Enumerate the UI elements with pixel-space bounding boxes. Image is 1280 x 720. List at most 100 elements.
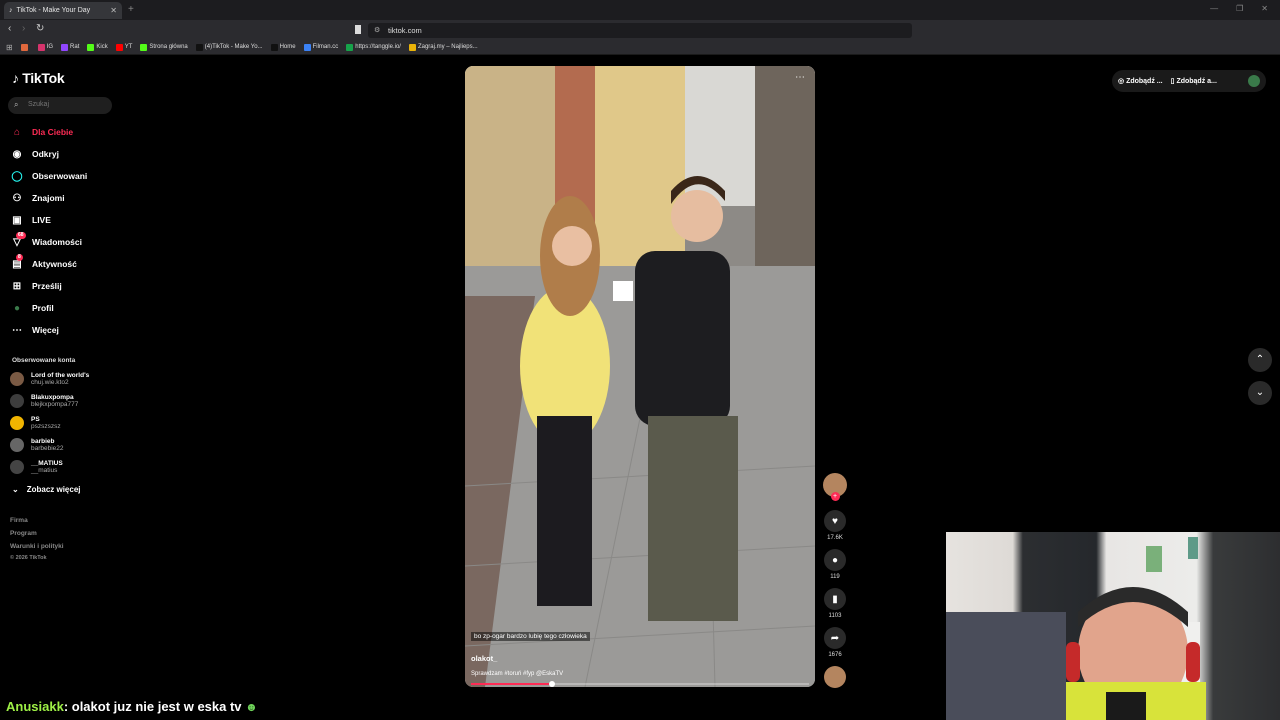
video-author[interactable]: olakot_ [471, 654, 497, 663]
footer-link[interactable]: Firma [10, 517, 28, 524]
chat-text: : olakot juz nie jest w eska tv [63, 699, 242, 714]
get-coins-button[interactable]: ◎ Zdobądź ... [1118, 77, 1163, 85]
see-more-label: Zobacz więcej [26, 485, 81, 494]
site-info-icon[interactable]: ⚙ [374, 26, 380, 34]
bookmark-item[interactable]: Home [270, 43, 296, 51]
forward-icon[interactable]: › [22, 23, 25, 34]
browser-tab[interactable]: ♪ TikTok - Make Your Day ✕ [4, 2, 122, 19]
account-handle: blejkxpompa777 [31, 401, 79, 408]
bookmark-item[interactable]: (4)TikTok - Make Yo... [195, 43, 263, 51]
profile-icon: ● [13, 302, 21, 314]
account-handle: __matius [31, 467, 58, 474]
bookmark-item[interactable]: IG [37, 43, 54, 51]
bookmark-favicon-icon [346, 43, 354, 51]
account-name: barbieb [31, 438, 55, 445]
sidebar-item-label: Obserwowani [32, 171, 88, 181]
tab-title: TikTok - Make Your Day [16, 7, 91, 14]
bookmark-icon[interactable] [355, 25, 361, 34]
author-avatar-button[interactable]: + [822, 473, 848, 501]
bookmark-label: Rat [70, 44, 80, 50]
prev-video-button[interactable]: ⌃ [1248, 348, 1272, 372]
sidebar-item-messages[interactable]: ▽ 68 Wiadomości [10, 231, 82, 249]
tiktok-logo[interactable]: ♪ TikTok [12, 70, 65, 86]
get-app-button[interactable]: ▯ Zdobądź a... [1171, 77, 1217, 85]
music-disc-button[interactable] [822, 666, 848, 688]
sidebar-item-profile[interactable]: ● Profil [10, 301, 54, 315]
bookmark-favicon-icon [270, 43, 278, 51]
sidebar-item-following[interactable]: ◯ Obserwowani [10, 169, 87, 183]
bookmark-item[interactable]: Kick [87, 43, 108, 51]
followed-account[interactable]: Blakuxpompa blejkxpompa777 [10, 394, 78, 408]
close-window-icon[interactable]: ✕ [1261, 4, 1268, 13]
coin-icon: ◎ [1118, 78, 1125, 85]
minimize-icon[interactable]: — [1210, 4, 1218, 13]
back-icon[interactable]: ‹ [8, 23, 11, 34]
followed-account[interactable]: __MATIUS __matius [10, 460, 63, 474]
bookmark-favicon-icon [408, 43, 416, 51]
bookmark-favicon-icon [195, 43, 203, 51]
get-coins-label: Zdobądź ... [1126, 78, 1163, 85]
bookmark-item[interactable]: Filman.cc [303, 43, 338, 51]
tiktok-favicon-icon: ♪ [9, 7, 13, 14]
bookmark-item[interactable]: Zagraj.my – Najlieps... [408, 43, 478, 51]
bookmark-item[interactable]: https://tanggle.io/ [346, 43, 401, 51]
comment-button[interactable]: ● 119 [822, 549, 848, 580]
video-more-icon[interactable]: ⋯ [795, 72, 805, 83]
save-button[interactable]: ▮ 1103 [822, 588, 848, 619]
like-button[interactable]: ♥ 17.6K [822, 510, 848, 541]
followed-account[interactable]: barbieb barbebie22 [10, 438, 64, 452]
share-button[interactable]: ➦ 1676 [822, 627, 848, 658]
close-tab-icon[interactable]: ✕ [110, 6, 117, 15]
url-field[interactable]: ⚙ tiktok.com [368, 23, 912, 38]
sidebar-item-activity[interactable]: ▤ 8 Aktywność [10, 253, 77, 271]
window-controls: — ❐ ✕ [1210, 4, 1268, 13]
bookmark-item[interactable] [20, 43, 30, 51]
sidebar-item-live[interactable]: ▣ LIVE [10, 213, 51, 227]
following-section-title: Obserwowane konta [12, 357, 76, 364]
bookmark-label: Kick [96, 44, 108, 50]
sidebar-item-compass[interactable]: ◉ Odkryj [10, 147, 59, 161]
building-middle [595, 66, 685, 266]
bookmark-favicon-icon [140, 43, 148, 51]
sidebar-item-home[interactable]: ⌂ Dla Ciebie [10, 125, 73, 139]
top-right-actions: ◎ Zdobądź ... ▯ Zdobądź a... [1112, 70, 1266, 92]
bookmark-item[interactable]: YT [115, 43, 132, 51]
bookmark-item[interactable]: Strona główna [140, 43, 188, 51]
bookmark-item[interactable]: Rat [61, 43, 80, 51]
follow-plus-icon[interactable]: + [830, 492, 840, 501]
search-input[interactable]: ⌕ Szukaj [8, 97, 112, 114]
avatar [10, 438, 24, 452]
footer-link[interactable]: Program [10, 530, 37, 537]
bookmark-label: IG [46, 44, 54, 50]
sidebar-item-label: LIVE [32, 215, 51, 225]
user-avatar[interactable] [1248, 75, 1260, 87]
save-count: 1103 [828, 613, 842, 619]
chevron-up-icon: ⌃ [1255, 354, 1265, 365]
bookmark-label: (4)TikTok - Make Yo... [204, 44, 263, 50]
followed-account[interactable]: Lord of the world's chuj.wie.kto2 [10, 372, 89, 386]
sidebar-item-more[interactable]: ⋯ Więcej [10, 323, 59, 337]
comment-count: 119 [830, 574, 840, 580]
avatar [10, 394, 24, 408]
reload-icon[interactable]: ↻ [36, 23, 44, 34]
see-more-button[interactable]: ⌄ Zobacz więcej [12, 485, 81, 494]
sidebar-item-upload[interactable]: ⊞ Prześlij [10, 279, 62, 293]
live-icon: ▣ [12, 214, 22, 226]
apps-grid-icon[interactable]: ⊞ [6, 43, 13, 52]
compass-icon: ◉ [12, 148, 22, 160]
followed-account[interactable]: PS pszszszsz [10, 416, 61, 430]
video-progress-bar[interactable] [471, 681, 809, 687]
account-text: PS pszszszsz [31, 416, 61, 430]
new-tab-icon[interactable]: + [128, 4, 134, 15]
restore-icon[interactable]: ❐ [1236, 4, 1243, 13]
video-player[interactable]: bo zp-ogar bardzo lubię tego człowieka o… [465, 66, 815, 687]
video-description: Sprawdzam #toruń #fyp @EskaTV [471, 671, 564, 677]
account-handle: chuj.wie.kto2 [31, 379, 69, 386]
friends-icon: ⚇ [12, 192, 22, 204]
footer-link[interactable]: Warunki i polityki [10, 543, 64, 550]
share-count: 1676 [828, 652, 842, 658]
sidebar-item-friends[interactable]: ⚇ Znajomi [10, 191, 65, 205]
next-video-button[interactable]: ⌄ [1248, 381, 1272, 405]
following-icon: ◯ [11, 170, 23, 182]
heart-icon: ♥ [824, 510, 846, 532]
